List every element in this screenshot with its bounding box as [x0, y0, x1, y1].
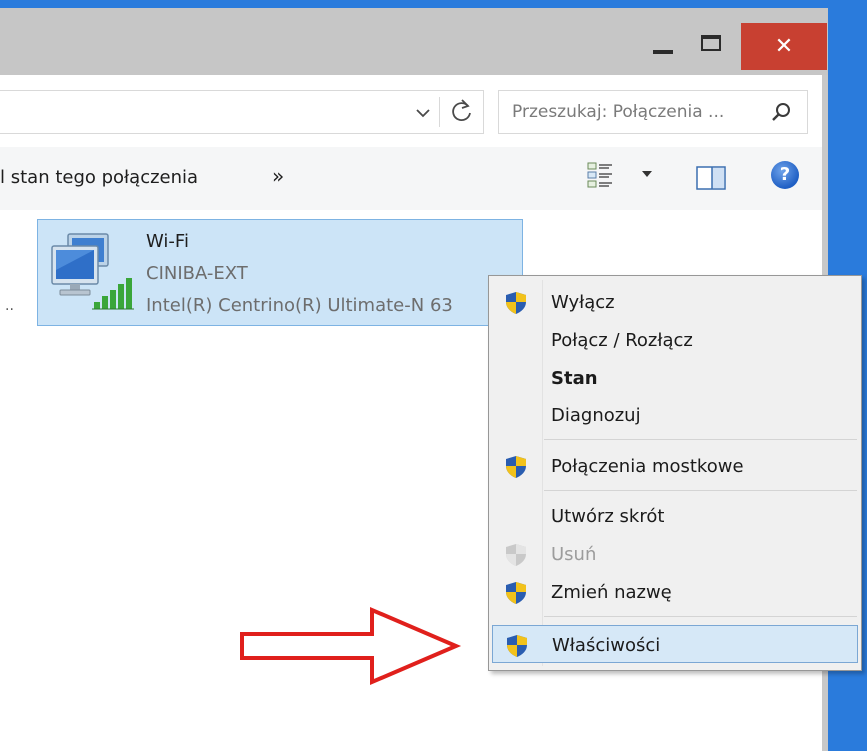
- refresh-icon[interactable]: [447, 97, 477, 127]
- menu-item-status[interactable]: Stan: [492, 359, 858, 397]
- menu-item-label: Utwórz skrót: [551, 506, 665, 527]
- connection-ssid: CINIBA-EXT: [146, 263, 248, 284]
- menu-separator: [544, 490, 857, 491]
- search-input[interactable]: Przeszukaj: Połączenia ...: [498, 90, 808, 134]
- wifi-connection-item[interactable]: Wi-Fi CINIBA-EXT Intel(R) Centrino(R) Ul…: [37, 219, 523, 326]
- uac-shield-icon: [506, 582, 526, 604]
- address-row: Przeszukaj: Połączenia ...: [0, 75, 822, 147]
- menu-item-rename[interactable]: Zmień nazwę: [492, 573, 858, 611]
- menu-item-diagnose[interactable]: Diagnozuj: [492, 396, 858, 434]
- address-bar[interactable]: [0, 90, 484, 134]
- maximize-icon: [701, 35, 721, 51]
- connection-adapter: Intel(R) Centrino(R) Ultimate-N 63: [146, 295, 453, 316]
- truncated-item-label: ..: [5, 298, 14, 314]
- wireless-network-icon: [51, 233, 134, 310]
- help-icon[interactable]: ?: [771, 161, 799, 189]
- address-divider: [439, 97, 440, 127]
- menu-item-label: Usuń: [551, 544, 597, 565]
- menu-item-bridge-connections[interactable]: Połączenia mostkowe: [492, 447, 858, 485]
- uac-shield-icon: [507, 635, 527, 657]
- menu-separator: [544, 616, 857, 617]
- minimize-icon: [653, 50, 673, 54]
- menu-item-label: Połącz / Rozłącz: [551, 330, 693, 351]
- menu-item-create-shortcut[interactable]: Utwórz skrót: [492, 497, 858, 535]
- menu-item-label: Połączenia mostkowe: [551, 456, 744, 477]
- search-icon[interactable]: [769, 101, 793, 125]
- menu-item-connect-disconnect[interactable]: Połącz / Rozłącz: [492, 321, 858, 359]
- menu-item-label: Stan: [551, 368, 598, 389]
- menu-item-delete: Usuń: [492, 535, 858, 573]
- menu-item-disable[interactable]: Wyłącz: [492, 283, 858, 321]
- context-menu: Wyłącz Połącz / Rozłącz Stan Diagnozuj P…: [488, 275, 862, 671]
- menu-item-label: Właściwości: [552, 635, 661, 656]
- close-button[interactable]: ✕: [741, 23, 827, 70]
- window-top-border: [0, 0, 867, 8]
- menu-item-label: Diagnozuj: [551, 405, 641, 426]
- uac-shield-icon: [506, 456, 526, 478]
- menu-separator: [544, 439, 857, 440]
- minimize-button[interactable]: [645, 25, 681, 61]
- change-view-icon[interactable]: [587, 161, 613, 189]
- connection-name: Wi-Fi: [146, 231, 189, 252]
- close-icon: ✕: [774, 34, 794, 59]
- uac-shield-icon: [506, 292, 526, 314]
- maximize-button[interactable]: [690, 25, 732, 61]
- command-bar: l stan tego połączenia » ?: [0, 147, 822, 210]
- search-placeholder: Przeszukaj: Połączenia ...: [512, 102, 725, 122]
- chevron-down-icon[interactable]: [412, 102, 434, 124]
- uac-shield-icon: [506, 544, 526, 566]
- menu-item-label: Wyłącz: [551, 292, 615, 313]
- menu-item-label: Zmień nazwę: [551, 582, 672, 603]
- title-bar[interactable]: ✕: [0, 8, 828, 75]
- view-status-command[interactable]: l stan tego połączenia: [0, 167, 198, 188]
- more-commands-button[interactable]: »: [272, 164, 284, 188]
- preview-pane-icon[interactable]: [696, 166, 726, 190]
- view-dropdown-icon[interactable]: [640, 169, 654, 179]
- annotation-arrow: [240, 606, 462, 686]
- menu-item-properties[interactable]: Właściwości: [492, 625, 858, 663]
